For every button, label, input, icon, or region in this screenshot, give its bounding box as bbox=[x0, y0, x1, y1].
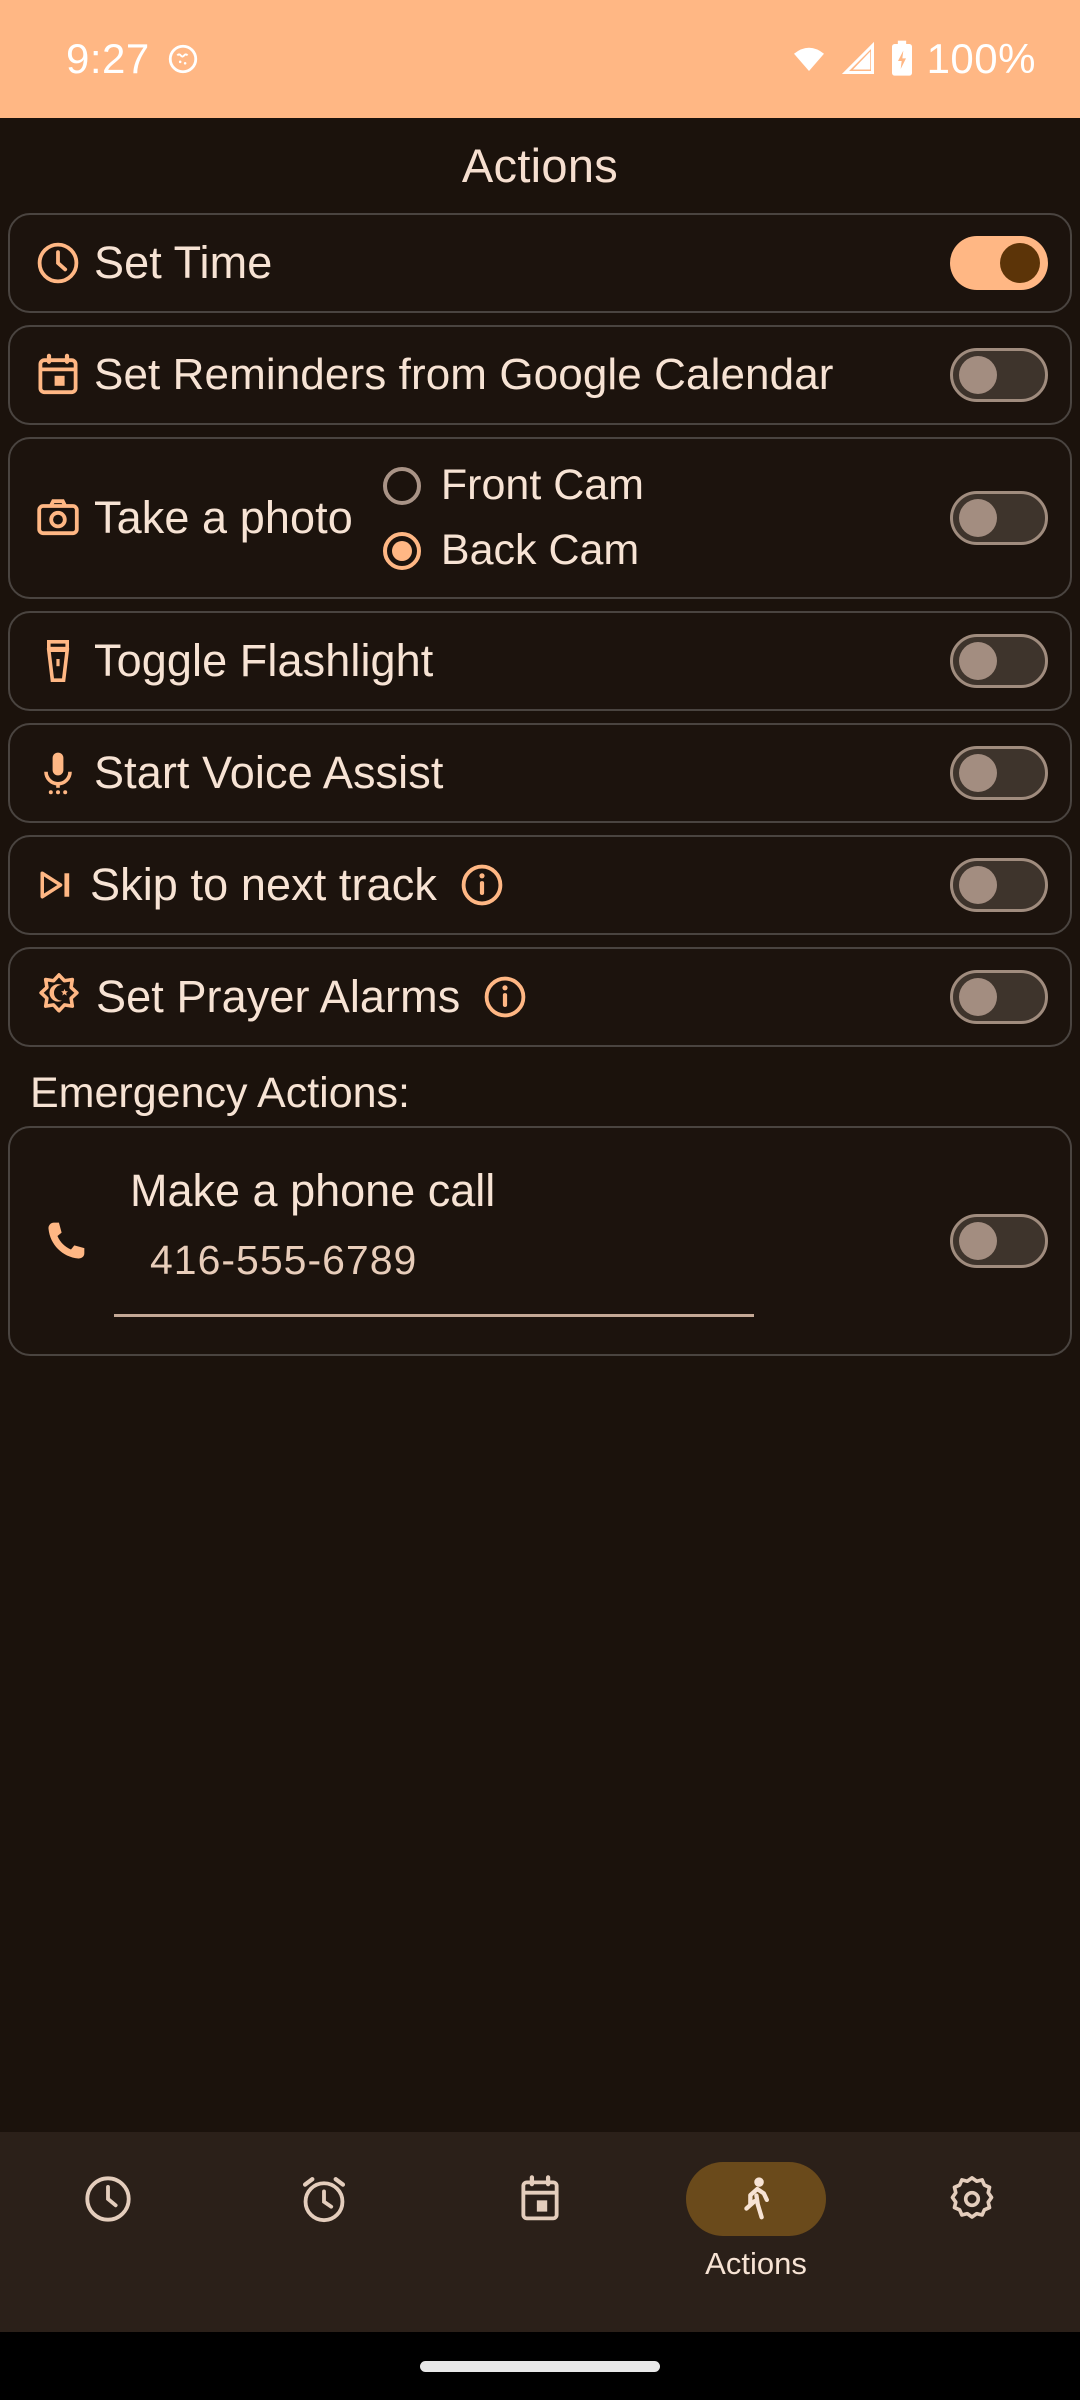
action-row-content: Set Reminders from Google Calendar bbox=[34, 350, 936, 399]
nav-item-clock[interactable] bbox=[0, 2162, 216, 2246]
actions-list: Set Time Set Reminders from Google Calen… bbox=[0, 213, 1080, 2132]
toggle-phone-call[interactable] bbox=[950, 1214, 1048, 1268]
action-label: Take a photo bbox=[94, 491, 353, 543]
microphone-icon bbox=[44, 752, 72, 795]
status-bar-clock: 9:27 bbox=[66, 35, 150, 82]
radio-option-front-cam[interactable]: Front Cam bbox=[382, 461, 645, 510]
action-row-content: Toggle Flashlight bbox=[34, 634, 936, 686]
action-row-set-time[interactable]: Set Time bbox=[8, 213, 1072, 313]
nav-pill bbox=[470, 2162, 610, 2236]
phone-number-input[interactable]: 416-555-6789 bbox=[114, 1229, 754, 1317]
home-gesture-bar[interactable] bbox=[420, 2360, 660, 2372]
phone-screen: 9:27 100% Actions Set Time Set Reminders… bbox=[0, 0, 1080, 2400]
info-icon[interactable] bbox=[482, 974, 528, 1020]
nav-item-actions[interactable]: Actions bbox=[648, 2162, 864, 2282]
action-row-voice-assist[interactable]: Start Voice Assist bbox=[8, 723, 1072, 823]
toggle-skip-track[interactable] bbox=[950, 858, 1048, 912]
toggle-flashlight[interactable] bbox=[950, 634, 1048, 688]
radio-option-back-cam[interactable]: Back Cam bbox=[382, 526, 640, 575]
action-label: Set Prayer Alarms bbox=[96, 970, 461, 1022]
action-row-take-photo[interactable]: Take a photo Front Cam Back Cam bbox=[8, 437, 1072, 599]
action-row-set-reminders[interactable]: Set Reminders from Google Calendar bbox=[8, 325, 1072, 425]
nav-pill bbox=[254, 2162, 394, 2236]
skip-next-icon bbox=[40, 871, 70, 899]
do-not-disturb-icon bbox=[168, 44, 197, 74]
nav-item-alarm[interactable] bbox=[216, 2162, 432, 2246]
toggle-set-time[interactable] bbox=[950, 236, 1048, 290]
action-row-content: Skip to next track bbox=[34, 858, 936, 910]
action-row-content: Take a photo bbox=[34, 491, 353, 543]
toggle-prayer-alarms[interactable] bbox=[950, 970, 1048, 1024]
phone-icon-wrap bbox=[34, 1216, 98, 1266]
radio-label: Front Cam bbox=[440, 461, 645, 509]
action-row-content: Set Prayer Alarms bbox=[34, 970, 936, 1022]
toggle-voice-assist[interactable] bbox=[950, 746, 1048, 800]
running-person-icon bbox=[744, 2177, 769, 2220]
battery-percentage: 100% bbox=[926, 35, 1036, 82]
action-label: Toggle Flashlight bbox=[94, 634, 434, 686]
radio-back-cam[interactable] bbox=[382, 531, 421, 570]
nav-pill-active bbox=[686, 2162, 826, 2236]
nav-pill bbox=[902, 2162, 1042, 2236]
camera-options: Front Cam Back Cam bbox=[353, 461, 936, 575]
action-row-prayer-alarms[interactable]: Set Prayer Alarms bbox=[8, 947, 1072, 1047]
nav-item-settings[interactable] bbox=[864, 2162, 1080, 2246]
action-label: Skip to next track bbox=[90, 858, 437, 910]
action-row-content: Start Voice Assist bbox=[34, 746, 936, 798]
wifi-icon bbox=[793, 47, 824, 71]
bottom-navigation-bar: Actions bbox=[0, 2132, 1080, 2332]
info-icon[interactable] bbox=[459, 862, 505, 908]
gear-icon bbox=[950, 2176, 994, 2219]
phone-call-body: Make a phone call 416-555-6789 bbox=[98, 1165, 936, 1317]
nav-label: Actions bbox=[705, 2246, 807, 2281]
emergency-actions-label: Emergency Actions: bbox=[30, 1069, 411, 1117]
radio-front-cam[interactable] bbox=[382, 466, 421, 505]
page-title: Actions bbox=[461, 139, 619, 192]
status-bar-left: 9:27 bbox=[66, 35, 200, 83]
phone-icon bbox=[48, 1222, 85, 1259]
calendar-icon bbox=[38, 353, 78, 395]
flashlight-icon bbox=[46, 639, 70, 682]
prayer-star-crescent-icon bbox=[39, 973, 79, 1013]
radio-label: Back Cam bbox=[440, 526, 640, 574]
toggle-set-reminders[interactable] bbox=[950, 348, 1048, 402]
clock-icon bbox=[37, 242, 79, 284]
battery-charging-icon bbox=[891, 40, 912, 76]
toggle-take-photo[interactable] bbox=[950, 491, 1048, 545]
action-label: Start Voice Assist bbox=[94, 746, 444, 798]
action-label: Set Time bbox=[94, 236, 273, 288]
phone-call-title: Make a phone call bbox=[130, 1165, 496, 1216]
cell-signal-icon bbox=[841, 41, 874, 74]
nav-pill bbox=[38, 2162, 178, 2236]
action-row-toggle-flashlight[interactable]: Toggle Flashlight bbox=[8, 611, 1072, 711]
nav-item-calendar[interactable] bbox=[432, 2162, 648, 2246]
calendar-icon bbox=[521, 2175, 559, 2221]
action-label: Set Reminders from Google Calendar bbox=[94, 350, 834, 400]
camera-icon bbox=[37, 499, 79, 536]
action-row-phone-call[interactable]: Make a phone call 416-555-6789 bbox=[8, 1126, 1072, 1356]
status-bar: 9:27 100% bbox=[0, 0, 1080, 118]
gesture-bar-area bbox=[0, 2332, 1080, 2400]
status-bar-right: 100% bbox=[789, 35, 1036, 83]
action-row-skip-track[interactable]: Skip to next track bbox=[8, 835, 1072, 935]
action-row-content: Set Time bbox=[34, 236, 936, 288]
alarm-icon bbox=[302, 2177, 346, 2223]
clock-icon bbox=[85, 2176, 131, 2222]
